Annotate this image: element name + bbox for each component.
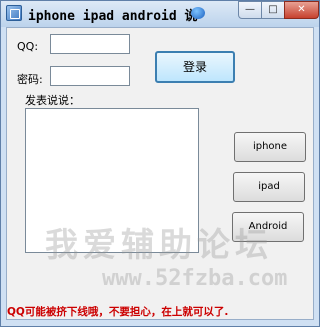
ipad-button[interactable]: ipad <box>233 172 305 202</box>
notice-text: QQ可能被挤下线哦，不要担心，在上就可以了. <box>7 306 229 318</box>
watermark-url: www.52fzba.com <box>102 266 288 291</box>
password-label: 密码: <box>17 73 43 86</box>
close-button[interactable]: ✕ <box>284 1 319 19</box>
android-button[interactable]: Android <box>232 212 304 242</box>
qq-label: QQ: <box>17 40 39 53</box>
maximize-button[interactable]: □ <box>261 1 285 19</box>
qq-input[interactable] <box>50 34 130 54</box>
app-window: iphone ipad android 说 — □ ✕ QQ: 密码: 登录 发… <box>0 0 320 327</box>
login-button[interactable]: 登录 <box>155 51 235 83</box>
minimize-button[interactable]: — <box>238 1 262 19</box>
title-overlay-icon <box>191 7 205 19</box>
window-title: iphone ipad android 说 <box>28 9 198 24</box>
title-bar[interactable]: iphone ipad android 说 — □ ✕ <box>1 1 319 27</box>
iphone-button[interactable]: iphone <box>234 132 306 162</box>
client-area: QQ: 密码: 登录 发表说说： iphone ipad Android 我爱辅… <box>6 27 314 320</box>
post-label: 发表说说： <box>25 94 80 107</box>
post-textarea[interactable] <box>25 108 199 253</box>
password-input[interactable] <box>50 66 130 86</box>
app-icon <box>6 5 22 21</box>
